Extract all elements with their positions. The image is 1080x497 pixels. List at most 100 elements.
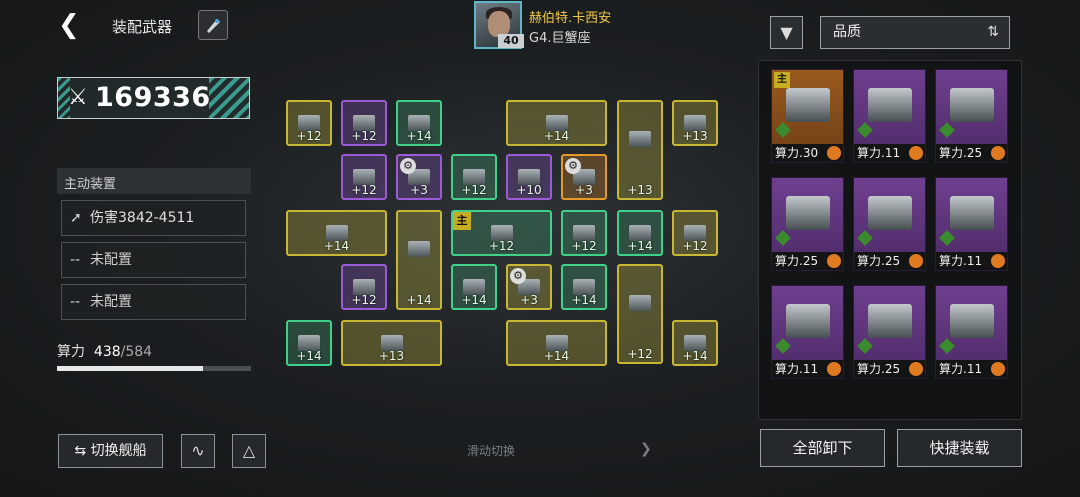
- weapon-slot-tile[interactable]: +12: [617, 264, 663, 364]
- upgrade-arrow-icon: [775, 230, 791, 246]
- card-power-label: 算力.25: [775, 254, 819, 268]
- weapon-slot-tile[interactable]: +12: [286, 100, 332, 146]
- tile-level: +13: [682, 129, 708, 143]
- tile-level: +13: [627, 183, 653, 197]
- quality-sort-select[interactable]: 品质 ⇅: [820, 16, 1010, 49]
- card-caption: 算力.25: [772, 252, 843, 270]
- weapon-art-icon: [868, 196, 912, 230]
- weapon-slot-tile[interactable]: +10: [506, 154, 552, 200]
- weapon-slot-tile[interactable]: +14: [672, 320, 718, 366]
- inventory-weapon-card[interactable]: 主算力.30: [771, 69, 844, 163]
- upgrade-arrow-icon: [939, 230, 955, 246]
- tile-level: +13: [378, 349, 405, 363]
- weapon-slot-tile[interactable]: +14: [396, 100, 442, 146]
- weapon-slot-tile[interactable]: +14: [451, 264, 497, 310]
- weapon-slot-tile[interactable]: +14: [561, 264, 607, 310]
- weapon-slot-tile[interactable]: +14: [286, 210, 387, 256]
- weapon-art-icon: [868, 304, 912, 338]
- inventory-weapon-card[interactable]: 算力.25: [853, 177, 926, 271]
- card-power-label: 算力.25: [857, 362, 901, 376]
- weapon-slot-tile[interactable]: 主 +12: [451, 210, 552, 256]
- weapon-slot-tile[interactable]: +14: [506, 320, 607, 366]
- weapon-slot-tile[interactable]: +12: [451, 154, 497, 200]
- tile-level: +14: [323, 239, 350, 253]
- weapon-icon: [629, 130, 651, 147]
- sort-icon: ⇅: [987, 24, 999, 40]
- weapon-slot-tile[interactable]: +14: [286, 320, 332, 366]
- upgrade-arrow-icon: [857, 230, 873, 246]
- inventory-weapon-card[interactable]: 算力.25: [935, 69, 1008, 163]
- card-power-label: 算力.30: [775, 146, 819, 160]
- card-caption: 算力.30: [772, 144, 843, 162]
- quick-equip-button[interactable]: 快捷装载: [897, 429, 1022, 467]
- tile-level: +14: [406, 293, 432, 307]
- inventory-weapon-card[interactable]: 算力.25: [853, 285, 926, 379]
- tile-level: +14: [543, 349, 570, 363]
- filter-button[interactable]: ▼: [770, 16, 803, 49]
- inventory-weapon-card[interactable]: 算力.11: [771, 285, 844, 379]
- tile-level: +12: [488, 239, 515, 253]
- upgrade-arrow-icon: [857, 122, 873, 138]
- weapon-slot-tile[interactable]: +14: [396, 210, 442, 310]
- card-power-label: 算力.11: [857, 146, 901, 160]
- card-caption: 算力.25: [854, 252, 925, 270]
- weapon-slot-tile[interactable]: +12: [341, 154, 387, 200]
- tile-level: +12: [461, 183, 487, 197]
- weapon-slot-tile[interactable]: +13: [341, 320, 442, 366]
- inventory-weapon-card[interactable]: 算力.11: [935, 177, 1008, 271]
- weapon-slot-tile[interactable]: +13: [672, 100, 718, 146]
- tile-level: +12: [351, 293, 377, 307]
- weapon-slot-tile[interactable]: ⚙ +3: [506, 264, 552, 310]
- gear-icon: [827, 146, 841, 160]
- weapon-art-icon: [786, 304, 830, 338]
- upgrade-arrow-icon: [939, 338, 955, 354]
- weapon-slot-tile[interactable]: +12: [561, 210, 607, 256]
- card-power-label: 算力.11: [939, 254, 983, 268]
- weapon-icon: [629, 294, 651, 311]
- card-caption: 算力.11: [854, 144, 925, 162]
- tile-level: +12: [351, 129, 377, 143]
- upgrade-arrow-icon: [775, 122, 791, 138]
- weapon-slot-tile[interactable]: +12: [341, 100, 387, 146]
- weapon-art-icon: [786, 196, 830, 230]
- gear-icon: [991, 254, 1005, 268]
- card-power-label: 算力.25: [857, 254, 901, 268]
- weapon-art-icon: [786, 88, 830, 122]
- weapon-slot-tile[interactable]: ⚙ +3: [396, 154, 442, 200]
- filter-icon: ▼: [780, 23, 793, 42]
- weapon-slot-tile[interactable]: +13: [617, 100, 663, 200]
- weapon-slot-tile[interactable]: +14: [617, 210, 663, 256]
- weapon-art-icon: [950, 196, 994, 230]
- tile-level: +14: [682, 349, 708, 363]
- inventory-weapon-card[interactable]: 算力.25: [771, 177, 844, 271]
- inventory-weapon-card[interactable]: 算力.11: [935, 285, 1008, 379]
- weapon-slot-tile[interactable]: +12: [672, 210, 718, 256]
- tile-level: +12: [682, 239, 708, 253]
- tile-level: +3: [410, 183, 428, 197]
- tile-level: +3: [575, 183, 593, 197]
- inventory-weapon-card[interactable]: 算力.11: [853, 69, 926, 163]
- gear-icon: ⚙: [510, 268, 526, 284]
- main-weapon-badge: 主: [453, 212, 471, 230]
- card-caption: 算力.11: [772, 360, 843, 378]
- weapon-slot-tile[interactable]: +14: [506, 100, 607, 146]
- tile-level: +14: [543, 129, 570, 143]
- card-caption: 算力.11: [936, 252, 1007, 270]
- weapon-slot-tile[interactable]: +12: [341, 264, 387, 310]
- quality-label: 品质: [833, 24, 861, 40]
- gear-icon: ⚙: [400, 158, 416, 174]
- weapon-slot-tile[interactable]: ⚙ +3: [561, 154, 607, 200]
- card-power-label: 算力.25: [939, 146, 983, 160]
- swipe-hint: 滑动切换: [467, 444, 516, 458]
- card-caption: 算力.25: [854, 360, 925, 378]
- main-weapon-badge: 主: [774, 72, 790, 88]
- tile-level: +3: [520, 293, 538, 307]
- gear-icon: [909, 362, 923, 376]
- gear-icon: [827, 254, 841, 268]
- weapon-icon: [408, 240, 430, 257]
- tile-level: +14: [296, 349, 322, 363]
- gear-icon: [827, 362, 841, 376]
- inventory-panel: 主算力.30 算力.11 算力.25 算力.25 算力.25 算力.11 算力.11 算力.2…: [758, 60, 1022, 420]
- tile-level: +14: [461, 293, 487, 307]
- unload-all-button[interactable]: 全部卸下: [760, 429, 885, 467]
